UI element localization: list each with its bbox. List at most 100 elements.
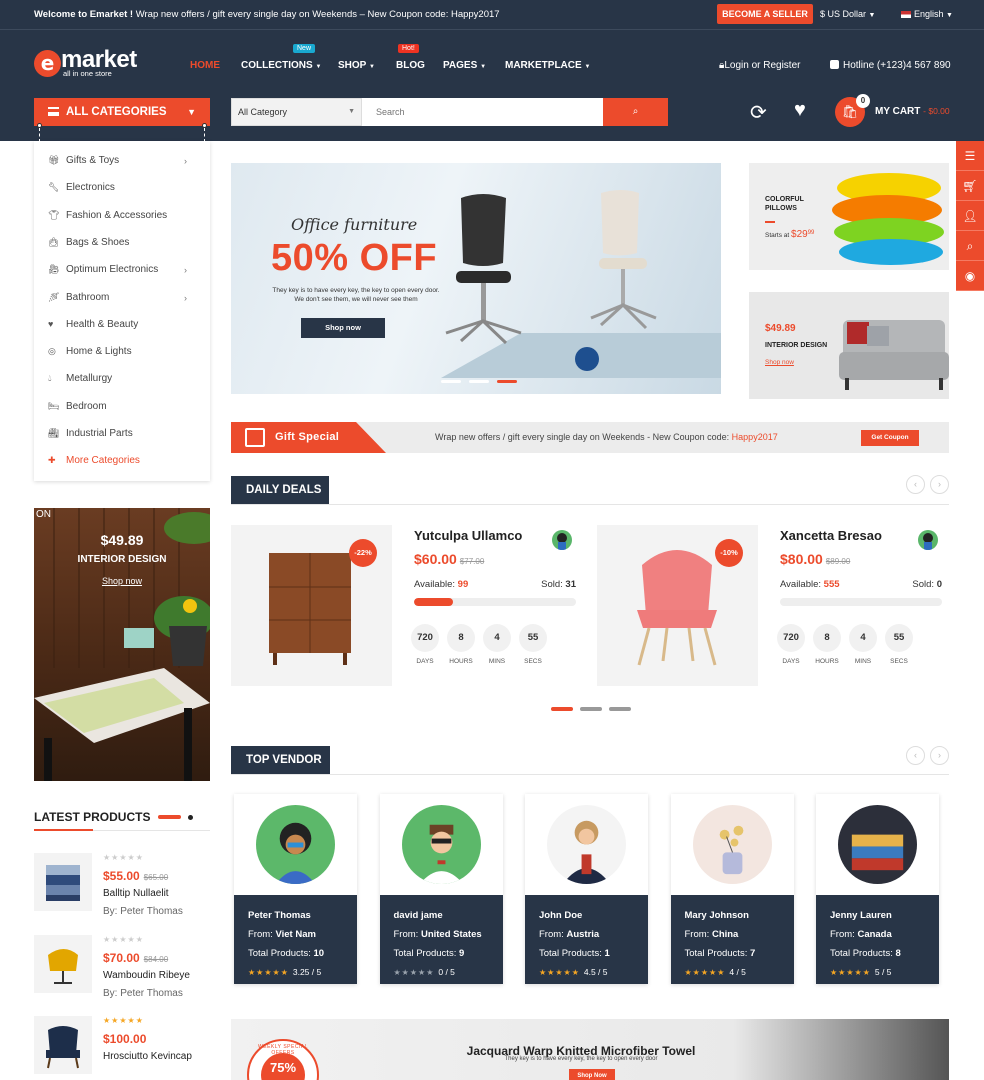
- vendor-card[interactable]: Peter Thomas From: Viet Nam Total Produc…: [234, 794, 357, 984]
- vendor-name[interactable]: John Doe: [539, 906, 648, 925]
- promo-shop-now-link[interactable]: Shop now: [34, 576, 210, 586]
- get-coupon-button[interactable]: Get Coupon: [861, 430, 919, 446]
- menu-icon[interactable]: ☰: [956, 141, 984, 171]
- hero-shop-now-button[interactable]: Shop now: [301, 318, 385, 338]
- category-item[interactable]: 💧︎ Metallurgy: [48, 373, 112, 384]
- cart-icon[interactable]: 🛒︎: [956, 171, 984, 201]
- vendor-avatar[interactable]: [256, 805, 335, 884]
- product-name[interactable]: Balltip Nullaelit: [103, 888, 169, 899]
- logo-mark[interactable]: e: [34, 50, 61, 77]
- chevron-right-icon: ›: [184, 265, 187, 276]
- gift-icon: 🎁︎: [48, 155, 60, 165]
- nav-shop[interactable]: SHOP ▼: [338, 60, 375, 71]
- nav-home[interactable]: HOME: [190, 60, 220, 71]
- become-seller-button[interactable]: BECOME A SELLER: [717, 4, 813, 24]
- next-arrow-icon[interactable]: ›: [930, 475, 949, 494]
- category-label: Optimum Electronics: [66, 264, 159, 276]
- sold-count: Sold: 31: [541, 579, 576, 590]
- wishlist-heart-icon[interactable]: ♥: [794, 99, 806, 122]
- slider-dot-active[interactable]: [497, 380, 517, 383]
- deals-pager-active[interactable]: [551, 707, 573, 711]
- next-arrow-icon[interactable]: ›: [930, 746, 949, 765]
- vendor-name[interactable]: david jame: [394, 906, 503, 925]
- slider-dot[interactable]: [441, 380, 461, 383]
- category-item[interactable]: 🏭︎ Industrial Parts: [48, 428, 133, 439]
- star-icon: ★: [830, 968, 839, 977]
- vendor-avatar[interactable]: [918, 530, 938, 550]
- deal-name[interactable]: Xancetta Bresao: [780, 528, 882, 543]
- vendor-avatar[interactable]: [401, 805, 481, 884]
- category-item[interactable]: 🎁︎ Gifts & Toys: [48, 155, 119, 166]
- currency-selector[interactable]: $ US Dollar ▼: [820, 9, 875, 19]
- category-item[interactable]: ✚ More Categories: [48, 455, 140, 466]
- plus-icon: ✚: [48, 455, 56, 466]
- category-item[interactable]: 👜︎ Bags & Shoes: [48, 237, 129, 248]
- product-name[interactable]: Wamboudin Ribeye: [103, 970, 190, 981]
- countdown-label: SECS: [524, 658, 542, 665]
- search-input[interactable]: [362, 98, 604, 126]
- nav-blog[interactable]: BLOG: [396, 60, 425, 71]
- login-register-link[interactable]: 🔒︎Login or Register: [719, 60, 800, 71]
- user-icon[interactable]: 👤︎: [956, 201, 984, 231]
- latest-pager-dot[interactable]: [188, 815, 193, 820]
- slider-dot[interactable]: [469, 380, 489, 383]
- my-cart-link[interactable]: MY CART - $0.00: [875, 106, 950, 117]
- category-item[interactable]: 👕︎ Fashion & Accessories: [48, 210, 167, 221]
- star-icon: ★: [700, 968, 710, 977]
- eye-icon[interactable]: ◉: [956, 261, 984, 291]
- product-image[interactable]: [34, 853, 92, 911]
- category-item[interactable]: 🔧︎ Electronics: [48, 182, 115, 193]
- pillows-banner[interactable]: COLORFUL PILLOWS Starts at $2999: [749, 163, 949, 270]
- deals-pager-dot[interactable]: [580, 707, 602, 711]
- sofa-shop-now-link[interactable]: Shop now: [765, 359, 794, 366]
- vendor-card[interactable]: Mary Johnson From: China Total Products:…: [670, 794, 794, 984]
- category-item[interactable]: 🚿︎ Bathroom: [48, 292, 109, 303]
- vendor-name[interactable]: Peter Thomas: [248, 906, 357, 925]
- menu-icon: [48, 107, 59, 116]
- vendor-avatar[interactable]: [692, 805, 772, 884]
- vendor-name[interactable]: Jenny Lauren: [830, 906, 939, 925]
- hero-slider[interactable]: Office furniture 50% OFF They key is to …: [231, 163, 721, 394]
- gift-icon: [245, 428, 265, 447]
- search-icon[interactable]: ⌕: [956, 231, 984, 261]
- search-button[interactable]: ⌕: [603, 98, 668, 126]
- vendor-card[interactable]: Jenny Lauren From: Canada Total Products…: [816, 794, 939, 984]
- deal-name[interactable]: Yutculpa Ullamco: [414, 528, 522, 543]
- category-label: Industrial Parts: [66, 428, 133, 439]
- vendor-avatar[interactable]: [547, 805, 626, 884]
- towel-shop-now-button[interactable]: Shop Now: [569, 1069, 615, 1080]
- dropdown-arrow-icon: ▼: [348, 108, 355, 115]
- sofa-banner[interactable]: $49.89 INTERIOR DESIGN Shop now: [749, 292, 949, 399]
- category-item[interactable]: 🛏︎ Bedroom: [48, 401, 107, 412]
- prev-arrow-icon[interactable]: ‹: [906, 746, 925, 765]
- chevron-down-icon: ▼: [315, 64, 322, 70]
- vendor-name[interactable]: Mary Johnson: [685, 906, 794, 925]
- star-icon: ★: [717, 968, 726, 977]
- deals-pager-dot[interactable]: [609, 707, 631, 711]
- product-image[interactable]: [34, 1016, 92, 1074]
- countdown-value: 720: [777, 624, 805, 652]
- nav-pages[interactable]: PAGES ▼: [443, 60, 486, 71]
- factory-icon: 🏭︎: [48, 428, 60, 438]
- interior-design-promo[interactable]: ON $49.89 INTERIOR DESIGN Shop now: [34, 508, 210, 781]
- vendor-card[interactable]: John Doe From: Austria Total Products: 1…: [525, 794, 648, 984]
- compare-icon[interactable]: ⟳: [750, 100, 767, 125]
- vendor-avatar[interactable]: [552, 530, 572, 550]
- available-count: Available: 555: [780, 579, 840, 590]
- product-name[interactable]: Hrosciutto Kevincap: [103, 1051, 192, 1062]
- vendor-card[interactable]: david jame From: United States Total Pro…: [379, 794, 503, 984]
- category-select[interactable]: All Category ▼: [231, 98, 362, 126]
- latest-pager-active[interactable]: [158, 815, 181, 819]
- prev-arrow-icon[interactable]: ‹: [906, 475, 925, 494]
- category-item[interactable]: 🎥︎ Optimum Electronics: [48, 264, 158, 275]
- star-icon: ★: [539, 968, 548, 977]
- vendor-avatar[interactable]: [838, 805, 917, 884]
- towel-banner[interactable]: Jacquard Warp Knitted Microfiber Towel T…: [231, 1019, 949, 1080]
- language-selector[interactable]: English ▼: [901, 9, 953, 19]
- nav-marketplace[interactable]: MARKETPLACE ▼: [505, 60, 590, 71]
- category-item[interactable]: ◎ Home & Lights: [48, 346, 132, 357]
- nav-collections[interactable]: COLLECTIONS ▼: [241, 60, 321, 71]
- all-categories-button[interactable]: ALL CATEGORIES ▼: [34, 98, 210, 126]
- category-item[interactable]: ♥ Health & Beauty: [48, 319, 138, 330]
- product-image[interactable]: [34, 935, 92, 993]
